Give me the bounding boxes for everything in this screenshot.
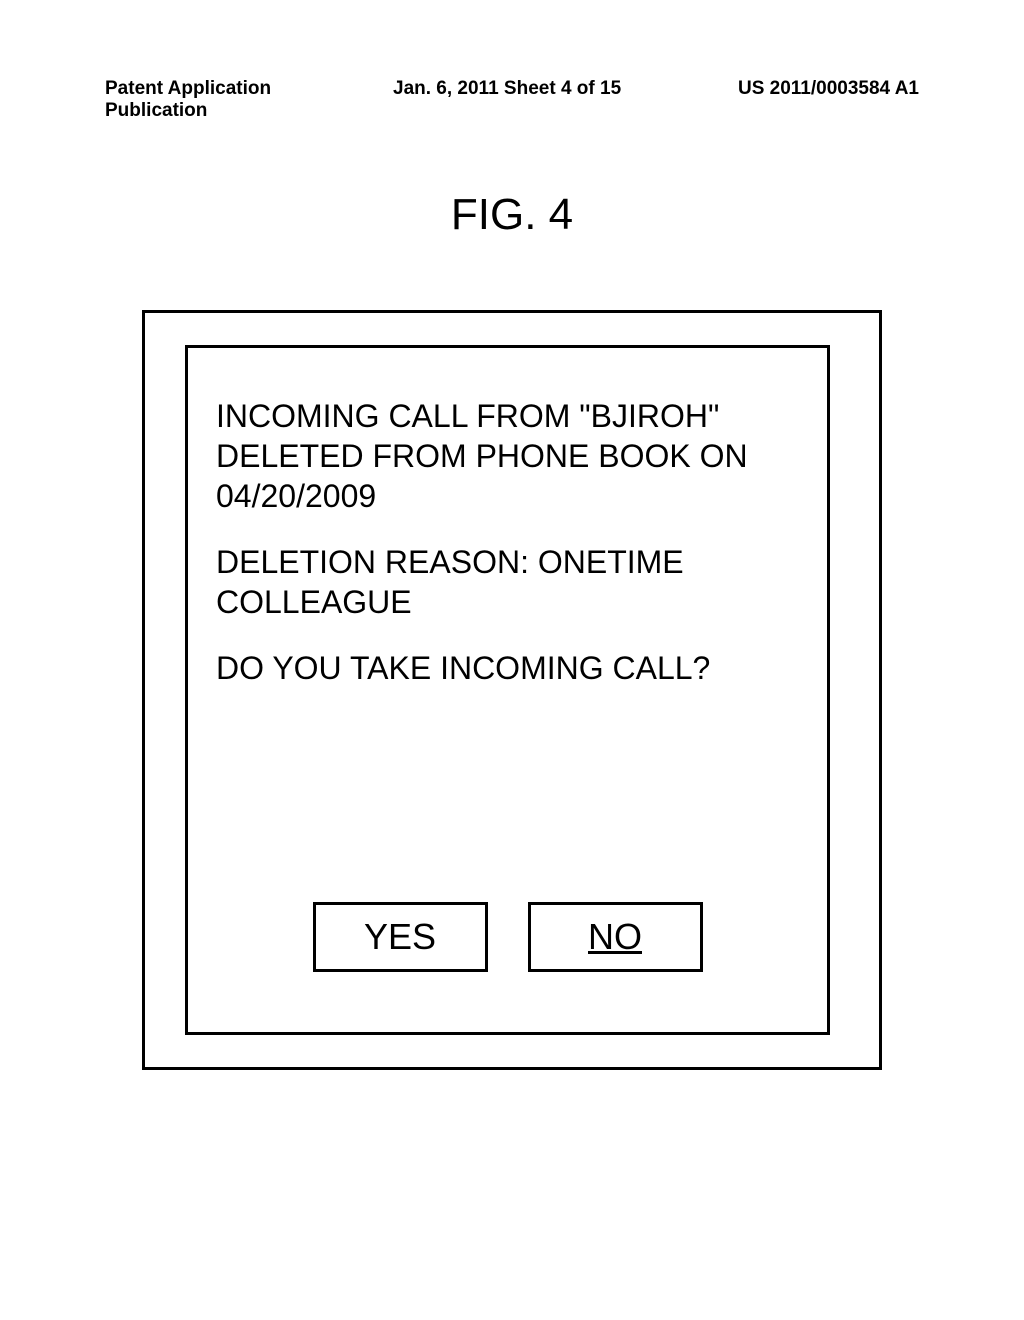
dialog-message-line1: INCOMING CALL FROM "BJIROH" DELETED FROM… <box>216 396 799 516</box>
no-button-label: NO <box>588 916 642 958</box>
dialog-buttons: YES NO <box>188 902 827 972</box>
yes-button[interactable]: YES <box>313 902 488 972</box>
patent-header: Patent Application Publication Jan. 6, 2… <box>0 78 1024 122</box>
header-left-text: Patent Application Publication <box>105 78 368 122</box>
dialog-message-line3: DO YOU TAKE INCOMING CALL? <box>216 648 799 688</box>
header-right-text: US 2011/0003584 A1 <box>656 78 919 122</box>
no-button[interactable]: NO <box>528 902 703 972</box>
header-center-text: Jan. 6, 2011 Sheet 4 of 15 <box>368 78 656 122</box>
dialog-message-line2: DELETION REASON: ONETIME COLLEAGUE <box>216 542 799 622</box>
figure-label: FIG. 4 <box>0 190 1024 240</box>
yes-button-label: YES <box>364 916 436 958</box>
dialog-box: INCOMING CALL FROM "BJIROH" DELETED FROM… <box>185 345 830 1035</box>
device-outline: INCOMING CALL FROM "BJIROH" DELETED FROM… <box>142 310 882 1070</box>
